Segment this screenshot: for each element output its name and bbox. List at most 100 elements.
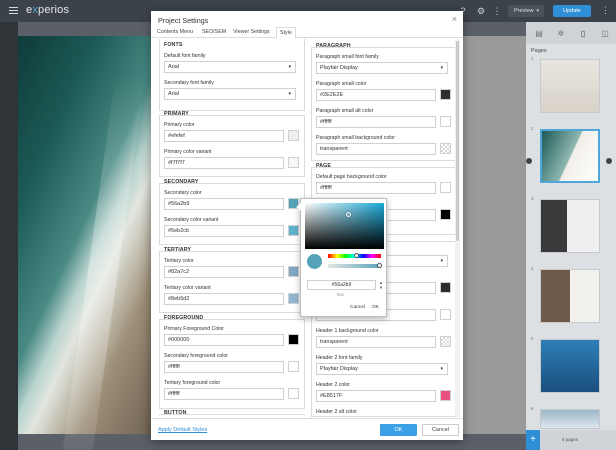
chevron-down-icon: ▾ xyxy=(536,8,539,14)
apply-default-styles-link[interactable]: Apply Default Styles xyxy=(158,427,207,433)
page-options-icon[interactable] xyxy=(526,158,532,164)
page-bg-input[interactable]: #ffffff xyxy=(316,182,436,194)
page-thumbnail[interactable] xyxy=(540,339,600,393)
alpha-slider[interactable] xyxy=(328,263,382,268)
page-options-icon[interactable] xyxy=(606,158,612,164)
tab-viewer-settings[interactable]: Viewer Settings xyxy=(230,27,273,38)
para-small-color-swatch[interactable] xyxy=(440,89,451,100)
secondary-color-label: Secondary color xyxy=(164,190,202,196)
primary-fg-swatch[interactable] xyxy=(288,334,299,345)
add-page-button[interactable]: + xyxy=(526,430,540,450)
preview-label: Preview xyxy=(514,8,534,14)
gear-icon[interactable]: ⚙ xyxy=(476,6,486,16)
header1-bg-swatch[interactable] xyxy=(440,336,451,347)
page-bg-swatch[interactable] xyxy=(440,182,451,193)
header2-color-input[interactable]: #E8517F xyxy=(316,390,436,402)
primary-variant-swatch[interactable] xyxy=(288,157,299,168)
tertiary-fg-input[interactable]: #ffffff xyxy=(164,388,284,400)
primary-fg-input[interactable]: #000000 xyxy=(164,334,284,346)
header2-font-select[interactable]: Playfair Display ▾ xyxy=(316,363,448,375)
page-background-image xyxy=(18,36,151,450)
pages-title: Pages xyxy=(531,48,547,54)
secondary-color-input[interactable]: #56a2b9 xyxy=(164,198,284,210)
scrollbar-thumb[interactable] xyxy=(456,41,459,241)
para-small-bg-swatch[interactable] xyxy=(440,143,451,154)
header1-bg-input[interactable]: transparent xyxy=(316,336,436,348)
tab-contents-menu[interactable]: Contents Menu xyxy=(154,27,196,38)
hue-handle[interactable] xyxy=(354,253,359,258)
alpha-handle[interactable] xyxy=(377,263,382,268)
saturation-value-area[interactable] xyxy=(305,203,384,249)
primary-color-input[interactable]: #efefef xyxy=(164,130,284,142)
para-small-alt-swatch[interactable] xyxy=(440,116,451,127)
chevron-down-icon: ▾ xyxy=(288,64,291,70)
sv-handle[interactable] xyxy=(346,212,351,217)
page-secondary-swatch[interactable] xyxy=(440,209,451,220)
page-thumbnail-selected[interactable] xyxy=(540,129,600,183)
chevron-down-icon: ▾ xyxy=(440,258,443,264)
page-thumbnail[interactable] xyxy=(540,199,600,253)
tertiary-fg-swatch[interactable] xyxy=(288,388,299,399)
left-tool-rail xyxy=(0,22,18,450)
header1-color-swatch[interactable] xyxy=(440,282,451,293)
secondary-variant-label: Secondary color variant xyxy=(164,217,219,223)
default-font-select[interactable]: Arial ▾ xyxy=(164,61,296,73)
page-number: 1 xyxy=(531,56,534,61)
page-thumbnail[interactable] xyxy=(540,59,600,113)
tertiary-variant-label: Tertiary color variant xyxy=(164,285,211,291)
secondary-heading: SECONDARY xyxy=(164,179,199,185)
secondary-variant-swatch[interactable] xyxy=(288,225,299,236)
pages-icon[interactable]: ▯ xyxy=(578,29,588,38)
close-icon[interactable]: × xyxy=(452,14,457,24)
picker-cancel-button[interactable]: Cancel xyxy=(350,305,365,310)
cancel-button[interactable]: Cancel xyxy=(422,424,459,436)
primary-color-swatch[interactable] xyxy=(288,130,299,141)
para-small-font-select[interactable]: Playfair Display ▾ xyxy=(316,62,448,74)
preview-dropdown[interactable]: Preview ▾ xyxy=(508,5,544,17)
format-toggle-icon[interactable]: ▲ ▼ xyxy=(378,280,384,290)
para-small-bg-label: Paragraph small background color xyxy=(316,135,396,141)
hue-slider[interactable] xyxy=(328,253,381,258)
secondary-font-select[interactable]: Arial ▾ xyxy=(164,88,296,100)
tertiary-color-swatch[interactable] xyxy=(288,266,299,277)
picker-ok-button[interactable]: OK xyxy=(372,305,379,310)
more-vertical-icon[interactable]: ⋮ xyxy=(492,6,502,16)
canvas-right-area xyxy=(463,36,526,434)
secondary-fg-input[interactable]: #ffffff xyxy=(164,361,284,373)
page-thumbnail[interactable] xyxy=(540,269,600,323)
tertiary-color-label: Tertiary color xyxy=(164,258,194,264)
header2-font-label: Header 2 font family xyxy=(316,355,363,361)
assets-icon[interactable]: ◫ xyxy=(600,29,610,38)
fonts-section xyxy=(159,39,305,111)
para-small-font-label: Paragraph small font family xyxy=(316,54,379,60)
tertiary-color-input[interactable]: #82a7c2 xyxy=(164,266,284,278)
overflow-menu-icon[interactable]: ⋮ xyxy=(601,5,610,17)
header2-color-swatch[interactable] xyxy=(440,390,451,401)
secondary-variant-input[interactable]: #5eb2cb xyxy=(164,225,284,237)
tab-seo-sem[interactable]: SEO/SEM xyxy=(199,27,229,38)
hex-input[interactable]: #56a2b9 xyxy=(307,280,376,290)
update-button[interactable]: Update xyxy=(553,5,591,17)
foreground-heading: FOREGROUND xyxy=(164,315,204,321)
secondary-fg-swatch[interactable] xyxy=(288,361,299,372)
menu-icon[interactable] xyxy=(9,7,18,15)
layers-icon[interactable]: ▤ xyxy=(534,29,544,38)
page-number: 5 xyxy=(531,336,534,341)
tab-style[interactable]: Style xyxy=(276,27,296,39)
para-small-alt-input[interactable]: #ffffff xyxy=(316,116,436,128)
ok-button[interactable]: OK xyxy=(380,424,417,436)
hex-label: hex xyxy=(337,292,344,297)
para-small-alt-label: Paragraph small alt color xyxy=(316,108,374,114)
primary-variant-input[interactable]: #f7f7f7 xyxy=(164,157,284,169)
page-number: 2 xyxy=(531,126,534,131)
tertiary-variant-swatch[interactable] xyxy=(288,293,299,304)
chevron-down-icon: ▾ xyxy=(288,91,291,97)
header1-alt-swatch[interactable] xyxy=(440,309,451,320)
tertiary-variant-input[interactable]: #8eb5d2 xyxy=(164,293,284,305)
page-count: 6 pages xyxy=(562,437,579,442)
para-small-color-label: Paragraph small color xyxy=(316,81,367,87)
page-thumbnail[interactable] xyxy=(540,409,600,429)
settings-icon[interactable]: ✲ xyxy=(556,29,566,38)
para-small-color-input[interactable]: #2E2E2E xyxy=(316,89,436,101)
para-small-bg-input[interactable]: transparent xyxy=(316,143,436,155)
